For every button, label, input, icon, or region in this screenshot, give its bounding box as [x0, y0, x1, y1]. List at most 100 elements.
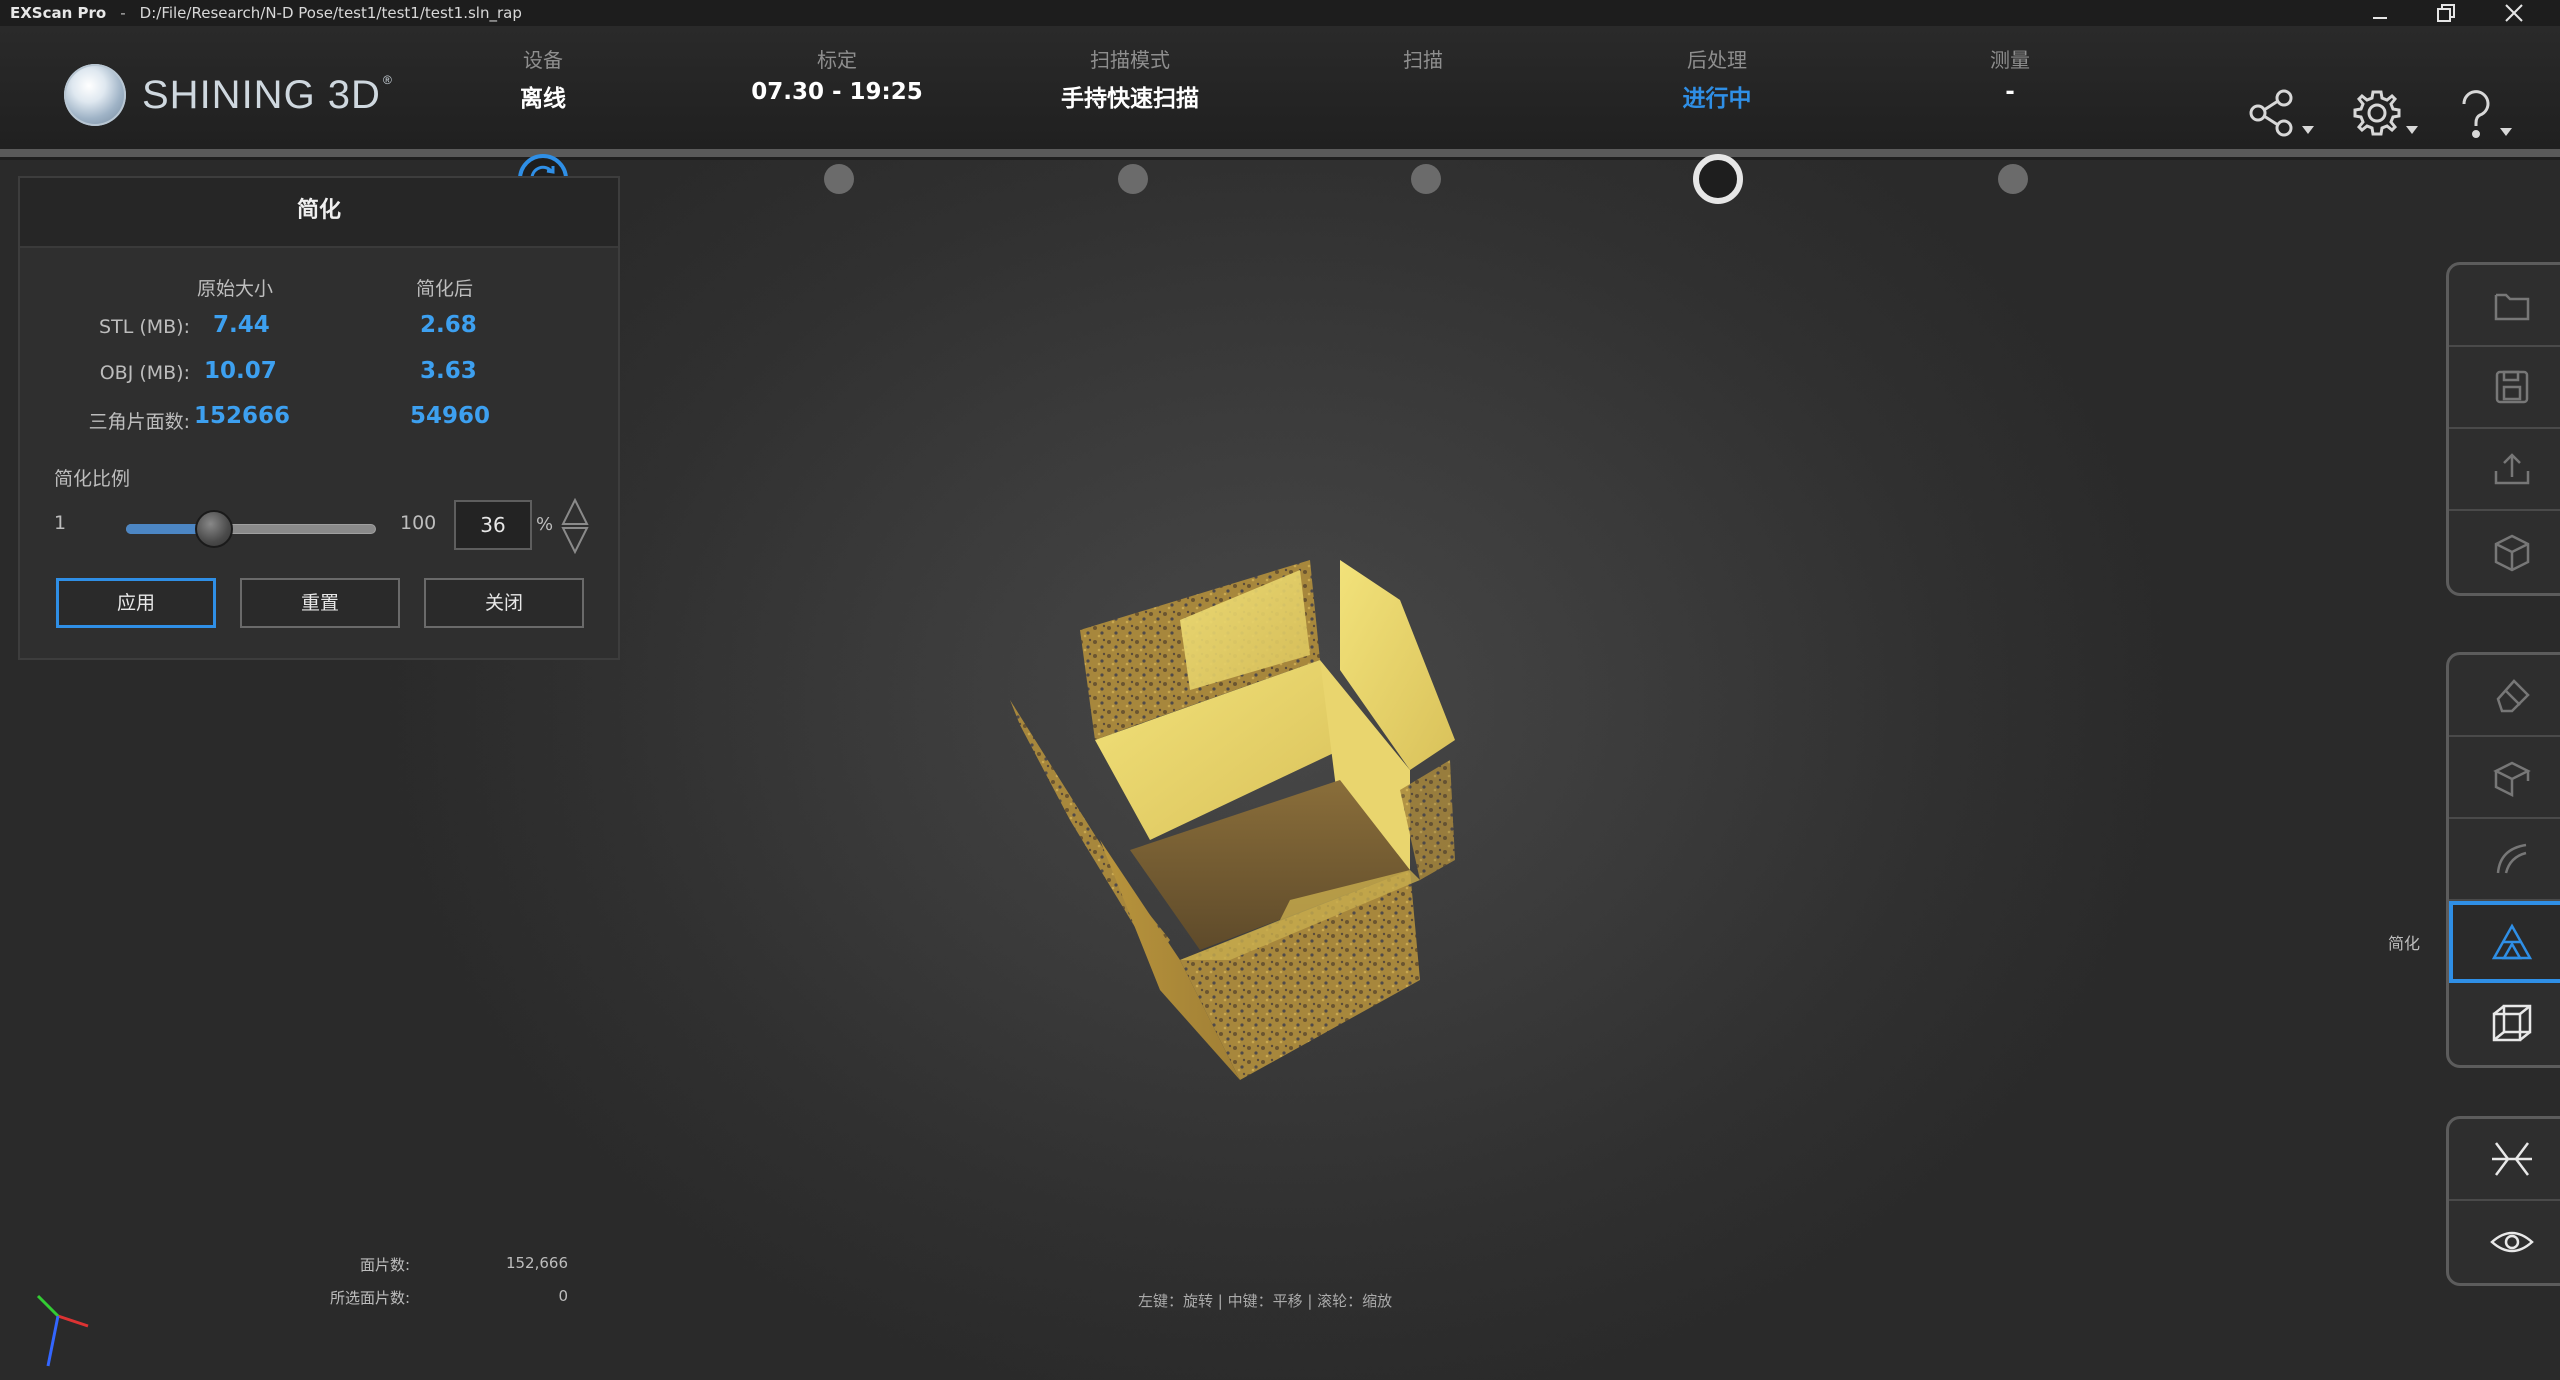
progress-track [0, 149, 2560, 157]
wireframe-tool-button[interactable] [2449, 983, 2560, 1065]
column-original-header: 原始大小 [197, 278, 274, 300]
step-post-processing[interactable]: 后处理 进行中 [1587, 44, 1847, 113]
stl-original-value: 7.44 [213, 312, 270, 338]
title-bar: EXScan Pro - D:/File/Research/N-D Pose/t… [0, 0, 2560, 26]
ratio-spinbox[interactable]: 36 [454, 500, 532, 550]
eye-icon [2490, 1231, 2534, 1253]
minimize-icon [2373, 17, 2387, 19]
save-button[interactable] [2449, 347, 2560, 429]
header: SHINING 3D ® 设备 离线 标定 07.30 - 19:25 扫描模式 … [0, 26, 2560, 204]
eraser-tool-button[interactable] [2449, 655, 2560, 737]
row-label-stl: STL (MB): [99, 316, 190, 338]
edit-toolbar [2446, 652, 2560, 1068]
share-button[interactable] [2248, 88, 2314, 138]
box-icon [2493, 761, 2531, 797]
faces-label: 面片数: [359, 1256, 410, 1274]
triangles-simplified-value: 54960 [410, 403, 491, 429]
file-toolbar [2446, 262, 2560, 596]
slider-max-label: 100 [400, 512, 437, 534]
simplify-panel: 简化 原始大小 简化后 STL (MB): 7.44 2.68 OBJ (MB)… [18, 176, 620, 660]
help-icon [2462, 90, 2490, 138]
restore-icon [2437, 4, 2455, 22]
up-down-arrows-icon [561, 497, 589, 555]
reset-button[interactable]: 重置 [240, 578, 400, 628]
step-value: 进行中 [1682, 86, 1752, 112]
faces-value: 152,666 [505, 1254, 568, 1272]
restore-button[interactable] [2416, 0, 2476, 26]
obj-original-value: 10.07 [204, 358, 277, 384]
step-label: 测量 [1990, 48, 2030, 72]
mouse-hint: 左键：旋转 | 中键：平移 | 滚轮：缩放 [1138, 1292, 1393, 1310]
step-value: 手持快速扫描 [1061, 86, 1199, 112]
step-dot-scan[interactable] [1411, 164, 1441, 194]
row-label-triangles: 三角片面数: [88, 411, 190, 433]
chevron-down-icon [2302, 126, 2314, 134]
close-icon [2505, 4, 2523, 22]
ratio-label: 简化比例 [54, 468, 131, 490]
mirror-tool-button[interactable] [2449, 1119, 2560, 1201]
step-dot-scan-mode[interactable] [1118, 164, 1148, 194]
visibility-button[interactable] [2449, 1201, 2560, 1283]
step-dot-post-processing[interactable] [1693, 154, 1743, 204]
step-dot-measure[interactable] [1998, 164, 2028, 194]
step-value: 离线 [520, 86, 566, 112]
view-toolbar [2446, 1116, 2560, 1286]
simplify-icon [2491, 923, 2533, 960]
step-calibration[interactable]: 标定 07.30 - 19:25 [707, 44, 967, 105]
axis-gizmo-icon [36, 1294, 89, 1367]
step-measure[interactable]: 测量 - [1880, 44, 2140, 105]
app-name: EXScan Pro [10, 4, 107, 22]
export-button[interactable] [2449, 429, 2560, 511]
close-button[interactable]: 关闭 [424, 578, 584, 628]
file-path: D:/File/Research/N-D Pose/test1/test1/te… [139, 4, 522, 22]
row-label-obj: OBJ (MB): [99, 362, 190, 384]
settings-button[interactable] [2352, 88, 2418, 138]
step-label: 后处理 [1687, 48, 1747, 72]
open-folder-button[interactable] [2449, 265, 2560, 347]
step-value: 07.30 - 19:25 [751, 79, 923, 105]
simplify-tool-button[interactable] [2449, 901, 2560, 983]
slider-min-label: 1 [54, 512, 67, 534]
share-icon [2249, 89, 2293, 137]
gear-icon [2353, 90, 2401, 136]
chevron-down-icon [2500, 128, 2512, 136]
chevron-down-icon [2406, 126, 2418, 134]
wireframe-cube-icon [2492, 1004, 2532, 1042]
percent-sign: % [536, 514, 554, 535]
step-value: - [2005, 79, 2015, 105]
eraser-icon [2496, 679, 2530, 713]
box-tool-button[interactable] [2449, 737, 2560, 819]
model-view-button[interactable] [2449, 511, 2560, 593]
close-window-button[interactable] [2484, 0, 2544, 26]
step-label: 标定 [817, 48, 857, 72]
selected-faces-label: 所选面片数: [329, 1289, 410, 1307]
selected-faces-value: 0 [558, 1287, 568, 1305]
spin-arrows[interactable] [560, 497, 590, 558]
help-button[interactable] [2456, 88, 2512, 140]
step-label: 扫描模式 [1090, 48, 1170, 72]
curve-icon [2496, 843, 2527, 874]
curve-tool-button[interactable] [2449, 819, 2560, 901]
minimize-button[interactable] [2350, 0, 2410, 26]
folder-icon [2494, 293, 2530, 321]
ratio-slider-thumb[interactable] [195, 510, 234, 548]
step-scan[interactable]: 扫描 [1293, 44, 1553, 79]
simplify-tooltip: 简化 [2388, 934, 2421, 953]
export-icon [2494, 453, 2530, 485]
title-separator: - [120, 4, 126, 22]
step-device[interactable]: 设备 离线 [413, 44, 673, 113]
panel-title: 简化 [20, 178, 618, 248]
scanned-box-model[interactable] [980, 540, 1540, 1100]
stl-simplified-value: 2.68 [420, 312, 477, 338]
triangles-original-value: 152666 [194, 403, 291, 429]
workflow-steps: 设备 离线 标定 07.30 - 19:25 扫描模式 手持快速扫描 扫描 后处… [0, 26, 2560, 160]
step-scan-mode[interactable]: 扫描模式 手持快速扫描 [1000, 44, 1260, 113]
step-dot-calibration[interactable] [824, 164, 854, 194]
apply-button[interactable]: 应用 [56, 578, 216, 628]
cube-icon [2494, 534, 2530, 572]
obj-simplified-value: 3.63 [420, 358, 477, 384]
column-simplified-header: 简化后 [416, 278, 474, 300]
step-label: 设备 [523, 48, 563, 72]
save-icon [2495, 370, 2529, 404]
mirror-icon [2492, 1142, 2532, 1176]
